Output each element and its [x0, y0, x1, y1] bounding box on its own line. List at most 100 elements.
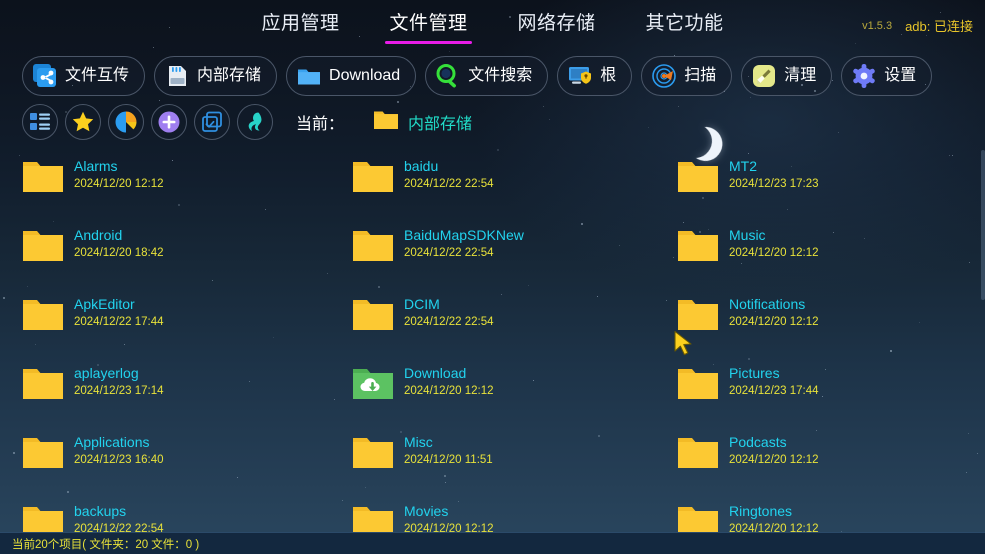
- file-item-name: Alarms: [74, 158, 118, 174]
- file-item-name: Download: [404, 365, 467, 381]
- download-folder-label: Download: [329, 66, 401, 84]
- folder-yellow-icon: [677, 367, 719, 401]
- file-item-date: 2024/12/22 22:54: [404, 247, 494, 260]
- file-item-name: BaiduMapSDKNew: [404, 227, 524, 243]
- scan-button[interactable]: 扫描: [641, 55, 733, 96]
- file-item-name: Ringtones: [729, 503, 793, 519]
- file-grid-item[interactable]: BaiduMapSDKNew 2024/12/22 22:54: [352, 223, 677, 292]
- file-item-name: ApkEditor: [74, 296, 135, 312]
- file-item-name: Podcasts: [729, 434, 787, 450]
- file-item-name: Applications: [74, 434, 150, 450]
- select-copy-icon: [200, 110, 224, 134]
- select-all-button[interactable]: [194, 104, 230, 140]
- file-grid-item[interactable]: Applications 2024/12/23 16:40: [22, 430, 352, 499]
- current-folder-breadcrumb[interactable]: 内部存储: [373, 109, 472, 135]
- file-grid-item[interactable]: ApkEditor 2024/12/22 17:44: [22, 292, 352, 361]
- file-item-meta: Pictures 2024/12/23 17:44: [729, 365, 819, 398]
- refresh-button[interactable]: [237, 104, 273, 140]
- root-button[interactable]: 根: [557, 55, 633, 96]
- file-item-date: 2024/12/20 12:12: [74, 178, 164, 191]
- root-shield-icon: [567, 63, 593, 89]
- plus-add-icon: [157, 110, 181, 134]
- file-grid-item[interactable]: Notifications 2024/12/20 12:12: [677, 292, 977, 361]
- gear-icon: [851, 63, 877, 89]
- top-tab-bar: 应用管理 文件管理 网络存储 其它功能 v1.5.3 adb: 已连接: [0, 0, 985, 48]
- file-item-name: aplayerlog: [74, 365, 139, 381]
- folder-yellow-icon: [677, 298, 719, 332]
- internal-storage-button[interactable]: 内部存储: [154, 55, 278, 96]
- list-view-icon: [28, 110, 52, 134]
- file-search-label: 文件搜索: [468, 66, 533, 84]
- file-grid-item[interactable]: Misc 2024/12/20 11:51: [352, 430, 677, 499]
- tab-network-storage[interactable]: 网络存储: [512, 4, 602, 44]
- tab-app-management[interactable]: 应用管理: [255, 4, 345, 44]
- vertical-scrollbar[interactable]: [981, 150, 985, 530]
- favorites-button[interactable]: [65, 104, 101, 140]
- file-item-meta: ApkEditor 2024/12/22 17:44: [74, 296, 164, 329]
- file-grid-item[interactable]: Podcasts 2024/12/20 12:12: [677, 430, 977, 499]
- file-item-meta: aplayerlog 2024/12/23 17:14: [74, 365, 164, 398]
- file-item-date: 2024/12/23 16:40: [74, 454, 164, 467]
- clean-button[interactable]: 清理: [741, 55, 833, 96]
- file-item-date: 2024/12/23 17:23: [729, 178, 819, 191]
- file-grid-item[interactable]: Android 2024/12/20 18:42: [22, 223, 352, 292]
- settings-label: 设置: [884, 66, 917, 84]
- download-folder-button[interactable]: Download: [286, 55, 417, 96]
- storage-stats-button[interactable]: [108, 104, 144, 140]
- file-item-name: Misc: [404, 434, 433, 450]
- file-item-meta: Notifications 2024/12/20 12:12: [729, 296, 819, 329]
- file-grid-item[interactable]: Music 2024/12/20 12:12: [677, 223, 977, 292]
- folder-yellow-icon: [677, 436, 719, 470]
- file-item-name: Music: [729, 227, 766, 243]
- list-view-button[interactable]: [22, 104, 58, 140]
- clean-label: 清理: [784, 66, 817, 84]
- file-item-meta: Applications 2024/12/23 16:40: [74, 434, 164, 467]
- file-transfer-button[interactable]: 文件互传: [22, 55, 146, 96]
- file-transfer-label: 文件互传: [65, 66, 130, 84]
- folder-yellow-icon: [352, 298, 394, 332]
- sync-refresh-icon: [243, 110, 267, 134]
- settings-button[interactable]: 设置: [841, 55, 933, 96]
- pie-chart-icon: [114, 110, 138, 134]
- file-search-button[interactable]: 文件搜索: [425, 55, 549, 96]
- file-grid-item[interactable]: aplayerlog 2024/12/23 17:14: [22, 361, 352, 430]
- file-grid: Alarms 2024/12/20 12:12 baidu 2024/12/22 2…: [0, 154, 985, 546]
- folder-yellow-icon: [22, 367, 64, 401]
- add-button[interactable]: [151, 104, 187, 140]
- file-item-date: 2024/12/22 22:54: [404, 316, 494, 329]
- folder-yellow-icon: [352, 229, 394, 263]
- file-item-name: Movies: [404, 503, 449, 519]
- broom-clean-icon: [751, 63, 777, 89]
- radar-scan-icon: [651, 63, 677, 89]
- file-item-date: 2024/12/20 12:12: [729, 454, 819, 467]
- file-item-name: MT2: [729, 158, 757, 174]
- folder-yellow-icon: [352, 160, 394, 194]
- file-item-meta: BaiduMapSDKNew 2024/12/22 22:54: [404, 227, 524, 260]
- scan-label: 扫描: [684, 66, 717, 84]
- app-window: 应用管理 文件管理 网络存储 其它功能 v1.5.3 adb: 已连接 文件互传…: [0, 0, 985, 554]
- file-item-name: Notifications: [729, 296, 806, 312]
- folder-yellow-icon: [352, 436, 394, 470]
- file-item-date: 2024/12/23 17:44: [729, 385, 819, 398]
- file-item-name: Android: [74, 227, 123, 243]
- share-transfer-icon: [32, 63, 58, 89]
- adb-status-label: adb: 已连接: [905, 19, 973, 34]
- file-item-meta: Misc 2024/12/20 11:51: [404, 434, 493, 467]
- file-grid-item[interactable]: Download 2024/12/20 12:12: [352, 361, 677, 430]
- file-item-date: 2024/12/20 18:42: [74, 247, 164, 260]
- file-item-date: 2024/12/22 22:54: [404, 178, 494, 191]
- file-grid-item[interactable]: DCIM 2024/12/22 22:54: [352, 292, 677, 361]
- tab-file-management[interactable]: 文件管理: [383, 4, 473, 44]
- file-grid-item[interactable]: Alarms 2024/12/20 12:12: [22, 154, 352, 223]
- file-item-meta: Android 2024/12/20 18:42: [74, 227, 164, 260]
- file-item-meta: Podcasts 2024/12/20 12:12: [729, 434, 819, 467]
- file-item-meta: Music 2024/12/20 12:12: [729, 227, 819, 260]
- file-item-date: 2024/12/20 12:12: [404, 385, 494, 398]
- file-grid-item[interactable]: Pictures 2024/12/23 17:44: [677, 361, 977, 430]
- file-grid-item[interactable]: baidu 2024/12/22 22:54: [352, 154, 677, 223]
- tab-other-functions[interactable]: 其它功能: [640, 4, 730, 44]
- scrollbar-thumb[interactable]: [981, 150, 985, 300]
- folder-yellow-icon: [22, 436, 64, 470]
- file-item-date: 2024/12/20 11:51: [404, 454, 493, 467]
- file-grid-item[interactable]: MT2 2024/12/23 17:23: [677, 154, 977, 223]
